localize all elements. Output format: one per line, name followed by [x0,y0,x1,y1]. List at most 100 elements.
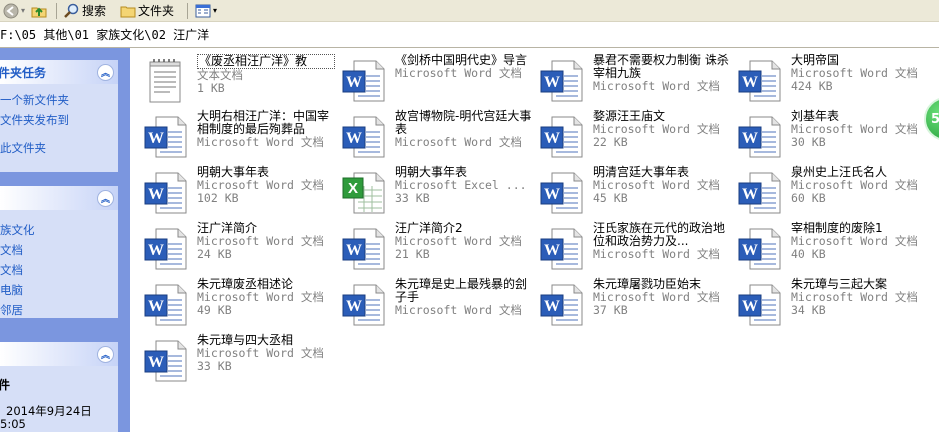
svg-text:W: W [346,242,362,259]
file-size: 60 KB [791,191,826,205]
file-text: 明朝大事年表 Microsoft Word 文档 102 KB [197,166,335,205]
folder-tasks-header[interactable]: 件夹任务 ︽ [0,60,118,84]
file-text: 泉州史上汪氏名人 Microsoft Word 文档 60 KB [791,166,929,205]
word-doc-icon: W [538,168,586,216]
file-type: Microsoft Word 文档 [593,247,720,261]
search-label: 搜索 [82,4,107,18]
folders-label: 文件夹 [138,4,175,18]
up-folder-button[interactable] [28,1,52,21]
file-size: 34 KB [791,303,826,317]
file-item[interactable]: W 朱元璋与三起大案 Microsoft Word 文档 34 KB [736,278,931,330]
file-name: 大明右相汪广洋：中国宰相制度的最后殉葬品 [197,109,330,136]
file-item[interactable]: W 朱元璋是史上最残暴的刽子手 Microsoft Word 文档 [340,278,535,330]
file-item[interactable]: W 朱元璋与四大丞相 Microsoft Word 文档 33 KB [142,334,337,386]
file-size: 424 KB [791,79,833,93]
file-text: 汪广洋简介 Microsoft Word 文档 24 KB [197,222,335,261]
svg-text:W: W [148,354,164,371]
task-link-publish-folder[interactable]: 文件夹发布到 [0,110,118,130]
svg-text:X: X [348,180,358,197]
word-doc-icon: W [340,224,388,272]
file-size: 40 KB [791,247,826,261]
file-item[interactable]: W 汪广洋简介2 Microsoft Word 文档 21 KB [340,222,535,274]
file-size: 45 KB [593,191,628,205]
place-link-my-documents[interactable]: 文档 [0,240,118,260]
dropdown-arrow-icon: ▾ [21,6,26,15]
place-link-network-places[interactable]: 邻居 [0,300,118,320]
file-item[interactable]: W 汪氏家族在元代的政治地位和政治势力及... Microsoft Word 文档 [538,222,733,274]
collapse-chevron-icon[interactable]: ︽ [97,345,114,363]
floating-badge-label: 5 [931,111,939,127]
place-link-shared-documents[interactable]: 文档 [0,260,118,280]
file-item[interactable]: W 刘基年表 Microsoft Word 文档 30 KB [736,110,931,162]
excel-doc-icon: X [340,168,388,216]
file-item[interactable]: W 婺源汪王庙文 Microsoft Word 文档 22 KB [538,110,733,162]
folders-button[interactable]: 文件夹 [117,1,177,21]
file-item[interactable]: X 明朝大事年表 Microsoft Excel ... 33 KB [340,166,535,218]
svg-text:W: W [544,186,560,203]
file-text: 明朝大事年表 Microsoft Excel ... 33 KB [395,166,533,205]
file-name: 朱元璋是史上最残暴的刽子手 [395,277,528,304]
file-name: 暴君不需要权力制衡 诛杀宰相九族 [593,53,729,80]
views-button[interactable]: ▾ [192,1,220,21]
file-text: 大明右相汪广洋：中国宰相制度的最后殉葬品 Microsoft Word 文档 [197,110,335,149]
file-size: 37 KB [593,303,628,317]
file-text: 大明帝国 Microsoft Word 文档 424 KB [791,54,929,93]
task-pane: 件夹任务 ︽ 一个新文件夹 文件夹发布到 此文件夹 ︽ 族文化 文档 文档 电脑… [0,48,130,432]
collapse-chevron-icon[interactable]: ︽ [97,63,114,81]
place-link-family-culture[interactable]: 族文化 [0,220,118,240]
file-type: Microsoft Word 文档 [395,66,522,80]
svg-text:W: W [742,74,758,91]
file-text: 朱元璋与四大丞相 Microsoft Word 文档 33 KB [197,334,335,373]
file-item[interactable]: W 明朝大事年表 Microsoft Word 文档 102 KB [142,166,337,218]
file-size: 33 KB [395,191,430,205]
back-arrow-icon [3,3,19,18]
folder-icon [120,6,136,17]
file-item[interactable]: W 大明帝国 Microsoft Word 文档 424 KB [736,54,931,106]
word-doc-icon: W [538,56,586,104]
file-text: 汪氏家族在元代的政治地位和政治势力及... Microsoft Word 文档 [593,222,731,261]
details-header[interactable]: ︽ [0,342,118,366]
file-item[interactable]: W 《剑桥中国明代史》导言 Microsoft Word 文档 [340,54,535,106]
word-doc-icon: W [736,224,784,272]
svg-text:W: W [148,242,164,259]
file-item[interactable]: W 明清宫廷大事年表 Microsoft Word 文档 45 KB [538,166,733,218]
file-item[interactable]: 《废丞相汪广洋》教 文本文档 1 KB [142,54,337,106]
file-item[interactable]: W 朱元璋屠戮功臣始末 Microsoft Word 文档 37 KB [538,278,733,330]
word-doc-icon: W [142,168,190,216]
address-bar[interactable]: F:\05 其他\01 家族文化\02 汪广洋 [0,22,939,48]
file-text: 《剑桥中国明代史》导言 Microsoft Word 文档 [395,54,533,80]
file-name: 《废丞相汪广洋》教 [197,54,335,69]
svg-text:W: W [148,130,164,147]
file-item[interactable]: W 泉州史上汪氏名人 Microsoft Word 文档 60 KB [736,166,931,218]
file-size: 102 KB [197,191,239,205]
svg-text:W: W [544,74,560,91]
views-grid-icon [195,4,211,17]
place-link-my-computer[interactable]: 电脑 [0,280,118,300]
file-text: 《废丞相汪广洋》教 文本文档 1 KB [197,54,335,95]
file-item[interactable]: W 汪广洋简介 Microsoft Word 文档 24 KB [142,222,337,274]
collapse-chevron-icon[interactable]: ︽ [97,189,114,207]
file-text: 汪广洋简介2 Microsoft Word 文档 21 KB [395,222,533,261]
file-item[interactable]: W 暴君不需要权力制衡 诛杀宰相九族 Microsoft Word 文档 [538,54,733,106]
file-size: 33 KB [197,359,232,373]
word-doc-icon: W [736,112,784,160]
file-item[interactable]: W 朱元璋废丞相述论 Microsoft Word 文档 49 KB [142,278,337,330]
address-path: F:\05 其他\01 家族文化\02 汪广洋 [0,28,210,42]
file-item[interactable]: W 故宫博物院-明代宫廷大事表 Microsoft Word 文档 [340,110,535,162]
task-link-new-folder[interactable]: 一个新文件夹 [0,90,118,110]
task-link-share-folder[interactable]: 此文件夹 [0,138,118,158]
file-item[interactable]: W 宰相制度的废除1 Microsoft Word 文档 40 KB [736,222,931,274]
other-places-header[interactable]: ︽ [0,186,118,210]
word-doc-icon: W [340,112,388,160]
file-item[interactable]: W 大明右相汪广洋：中国宰相制度的最后殉葬品 Microsoft Word 文档 [142,110,337,162]
file-text: 故宫博物院-明代宫廷大事表 Microsoft Word 文档 [395,110,533,149]
word-doc-icon: W [736,280,784,328]
file-name: 故宫博物院-明代宫廷大事表 [395,109,532,136]
back-button[interactable]: ▾ [0,1,28,21]
details-panel: ︽ 件 2014年9月24日 5:05 [0,342,118,432]
details-time: 5:05 [0,417,26,431]
file-type: Microsoft Word 文档 [395,135,522,149]
search-button[interactable]: 搜索 [61,1,109,21]
file-text: 暴君不需要权力制衡 诛杀宰相九族 Microsoft Word 文档 [593,54,731,93]
file-text: 明清宫廷大事年表 Microsoft Word 文档 45 KB [593,166,731,205]
